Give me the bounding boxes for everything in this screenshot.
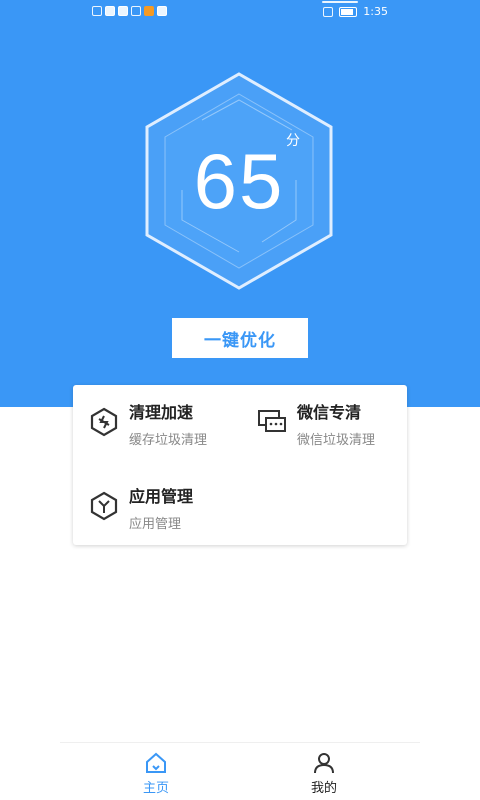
notification-mail-icon xyxy=(157,6,167,16)
wechat-chat-icon xyxy=(258,410,286,432)
feature-subtitle: 应用管理 xyxy=(129,517,182,532)
feature-title: 微信专清 xyxy=(297,403,362,422)
one-key-optimize-button[interactable]: 一键优化 xyxy=(172,318,308,358)
app-manage-icon xyxy=(90,491,118,521)
signal-icon xyxy=(105,6,115,16)
vibrate-icon xyxy=(323,6,334,17)
feature-wechat-clean[interactable]: 微信专清 微信垃圾清理 xyxy=(241,385,401,448)
home-icon xyxy=(146,752,166,773)
score-value: 65 xyxy=(193,137,285,225)
bottom-tab-bar: 主页 我的 xyxy=(60,742,420,800)
score-hexagon: 65 分 xyxy=(142,70,336,292)
battery-icon xyxy=(339,6,358,17)
user-icon xyxy=(314,753,334,774)
feature-card: 清理加速 缓存垃圾清理 微信专清 微信垃圾清理 应用管理 应用管理 xyxy=(73,385,407,545)
signal-4g-icon xyxy=(118,6,128,16)
feature-clean-boost[interactable]: 清理加速 缓存垃圾清理 xyxy=(73,385,233,448)
clean-boost-icon xyxy=(90,407,118,437)
notch-line xyxy=(322,1,358,3)
tab-mine[interactable]: 我的 xyxy=(284,743,364,800)
wifi-icon xyxy=(131,6,141,16)
status-left-icons xyxy=(92,6,167,16)
status-right: 1:35 xyxy=(323,5,388,18)
notification-app-icon xyxy=(144,6,154,16)
feature-subtitle: 缓存垃圾清理 xyxy=(129,433,208,448)
feature-title: 清理加速 xyxy=(129,403,194,422)
status-bar: 1:35 xyxy=(0,0,480,24)
tab-label: 主页 xyxy=(142,781,169,796)
status-time: 1:35 xyxy=(363,5,388,18)
hd-icon xyxy=(92,6,102,16)
feature-subtitle: 微信垃圾清理 xyxy=(297,433,376,448)
tab-label: 我的 xyxy=(310,781,337,796)
feature-title: 应用管理 xyxy=(129,487,194,506)
feature-app-manage[interactable]: 应用管理 应用管理 xyxy=(73,469,233,532)
score-unit: 分 xyxy=(286,133,300,149)
tab-home[interactable]: 主页 xyxy=(116,743,196,800)
